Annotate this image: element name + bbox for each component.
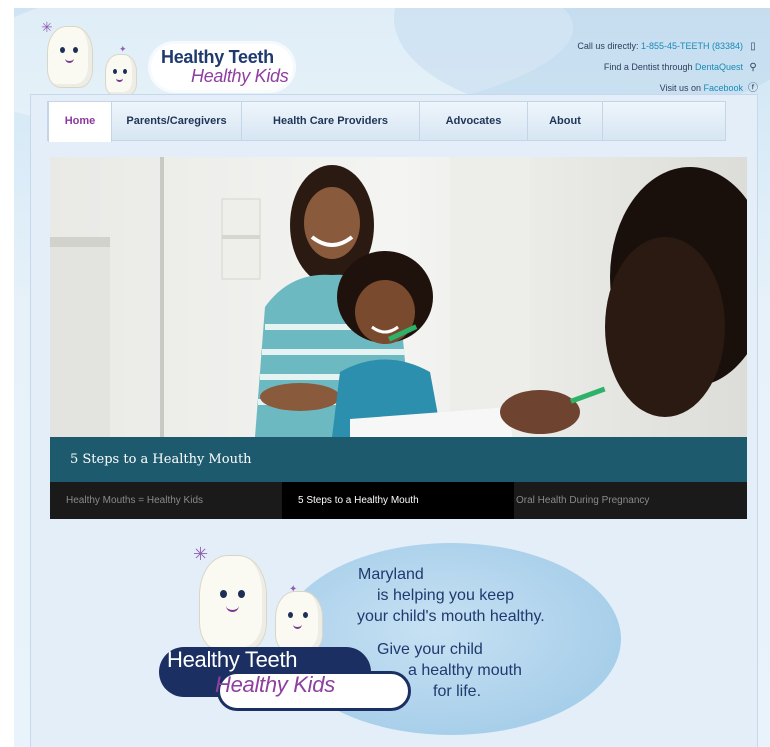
site-logo[interactable]: ✳ ✦ Healthy Teeth Healthy Kids bbox=[41, 20, 301, 100]
promo-logo-line1: Healthy Teeth bbox=[167, 647, 298, 672]
slider-tab-oral-health-pregnancy[interactable]: Oral Health During Pregnancy bbox=[514, 482, 747, 519]
small-tooth-mascot bbox=[275, 591, 323, 653]
call-row: Call us directly: 1-855-45-TEETH (83384)… bbox=[577, 36, 758, 57]
dentist-row: Find a Dentist through DentaQuest ⚲ bbox=[577, 57, 758, 78]
big-tooth-mascot bbox=[47, 26, 93, 88]
phone-link[interactable]: 1-855-45-TEETH (83384) bbox=[641, 41, 743, 51]
dentaquest-link[interactable]: DentaQuest bbox=[695, 62, 743, 72]
nav-health-care-providers[interactable]: Health Care Providers bbox=[242, 102, 420, 140]
sparkle-icon: ✦ bbox=[289, 584, 298, 595]
hero-photo bbox=[50, 157, 747, 437]
sparkle-icon: ✳ bbox=[193, 544, 209, 564]
big-tooth-mascot bbox=[199, 555, 267, 651]
facebook-prefix: Visit us on bbox=[659, 83, 704, 93]
promo-message-line: is helping you keep bbox=[377, 587, 514, 604]
call-prefix: Call us directly: bbox=[577, 41, 641, 51]
facebook-link[interactable]: Facebook bbox=[703, 83, 743, 93]
promo-message-line: your child's mouth healthy. bbox=[357, 608, 545, 625]
logo-text-line1: Healthy Teeth bbox=[161, 47, 274, 67]
slide-caption: 5 Steps to a Healthy Mouth bbox=[50, 437, 747, 482]
logo-text-line2: Healthy Kids bbox=[191, 66, 289, 86]
promo-logo-line2: Healthy Kids bbox=[215, 672, 335, 697]
promo-message-line: Maryland bbox=[358, 566, 424, 583]
promo-message-line: Give your child bbox=[377, 641, 483, 658]
page-frame: ✳ ✦ Healthy Teeth Healthy Kids Call us d… bbox=[14, 8, 770, 747]
sparkle-icon: ✦ bbox=[119, 44, 127, 54]
map-pin-icon: ⚲ bbox=[749, 62, 757, 73]
slider-tab-healthy-mouths[interactable]: Healthy Mouths = Healthy Kids bbox=[50, 482, 282, 519]
phone-icon: ▯ bbox=[750, 41, 756, 52]
slider-tabs: Healthy Mouths = Healthy Kids 5 Steps to… bbox=[50, 482, 747, 519]
nav-home[interactable]: Home bbox=[48, 101, 112, 142]
promo-message-line: a healthy mouth bbox=[408, 662, 522, 679]
slide-caption-text: 5 Steps to a Healthy Mouth bbox=[70, 452, 252, 467]
small-tooth-mascot bbox=[105, 54, 137, 96]
main-nav: Home Parents/Caregivers Health Care Prov… bbox=[47, 101, 726, 142]
dentist-prefix: Find a Dentist through bbox=[603, 62, 695, 72]
slider-tab-5-steps[interactable]: 5 Steps to a Healthy Mouth bbox=[282, 482, 514, 519]
nav-parents-caregivers[interactable]: Parents/Caregivers bbox=[112, 102, 242, 140]
promo-message-line: for life. bbox=[433, 683, 482, 700]
hero-slider[interactable]: 5 Steps to a Healthy Mouth Healthy Mouth… bbox=[50, 157, 747, 519]
main-panel: Home Parents/Caregivers Health Care Prov… bbox=[30, 94, 758, 747]
contact-info: Call us directly: 1-855-45-TEETH (83384)… bbox=[577, 36, 758, 99]
promo-graphic: ✳ ✦ Healthy Teeth Healthy Kids Maryland … bbox=[159, 543, 621, 743]
sparkle-icon: ✳ bbox=[41, 19, 53, 35]
nav-about[interactable]: About bbox=[528, 102, 603, 140]
nav-advocates[interactable]: Advocates bbox=[420, 102, 528, 140]
